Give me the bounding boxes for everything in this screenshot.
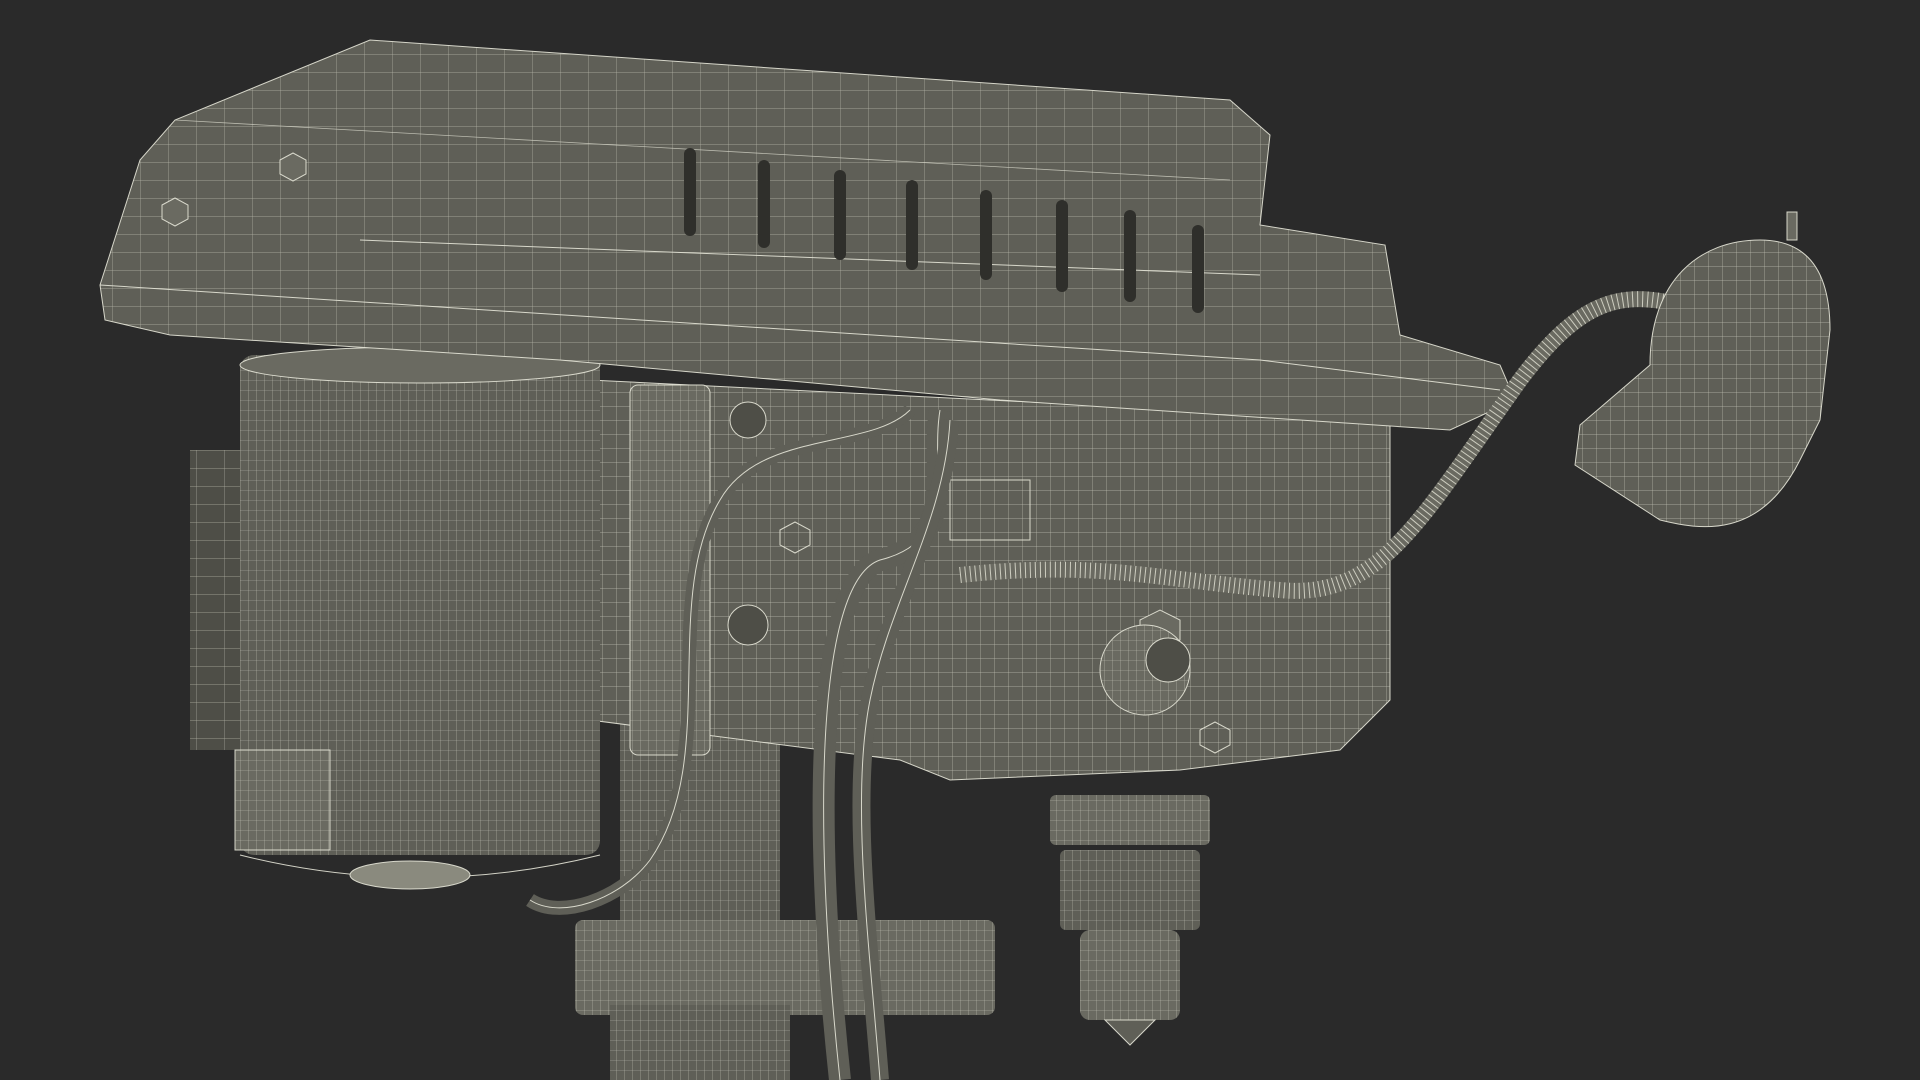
motor-terminal-box: [234, 749, 331, 851]
drill-chuck: [1050, 795, 1210, 1046]
work-lamp: [1574, 211, 1831, 528]
drill-press-wireframe-render: [99, 39, 1831, 1080]
feed-handle-hub: [1099, 624, 1191, 716]
column: [575, 720, 995, 1080]
